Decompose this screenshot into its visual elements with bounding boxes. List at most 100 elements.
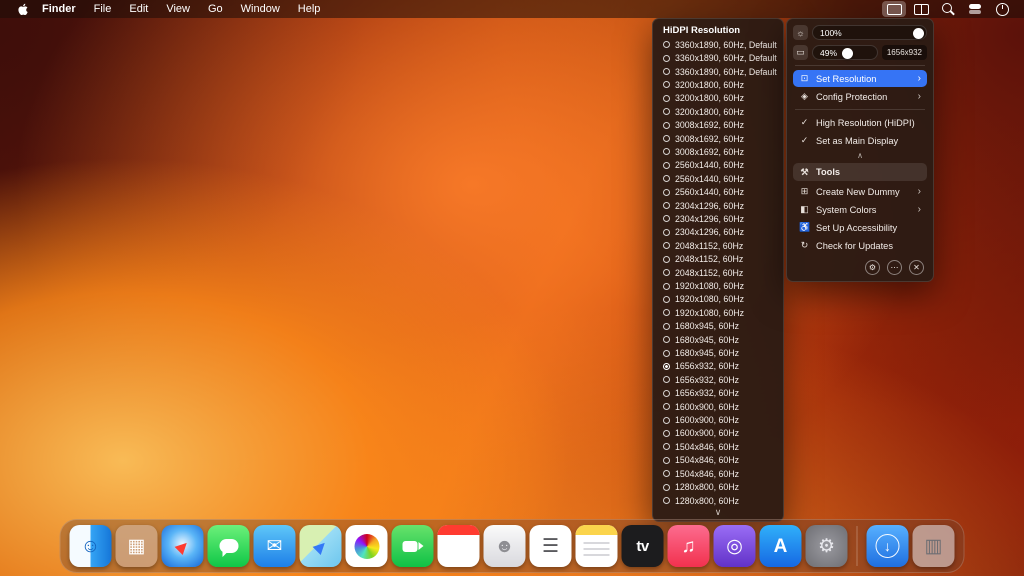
resolution-option[interactable]: 3360x1890, 60Hz, Default (653, 51, 783, 64)
display-icon[interactable] (882, 1, 906, 17)
dock-app[interactable]: ☻ (483, 525, 526, 567)
main-menu-group: ⊡ Set Resolution › ◈ Config Protection › (793, 70, 927, 105)
resolution-option[interactable]: 1280x800, 60Hz (653, 494, 783, 507)
dock-app[interactable]: tv (621, 525, 664, 567)
dock-app[interactable]: ✉ (253, 525, 296, 567)
dock-app[interactable]: ▦ (115, 525, 158, 567)
resolution-option[interactable]: 1680x945, 60Hz (653, 346, 783, 359)
toggle-item-label: Set as Main Display (816, 135, 899, 146)
tool-item[interactable]: ♿ Set Up Accessibility (793, 219, 927, 236)
accessibility-icon: ♿ (799, 222, 811, 232)
dock-app[interactable] (391, 525, 434, 567)
control-center-icon[interactable] (963, 1, 987, 17)
resolution-option[interactable]: 3360x1890, 60Hz, Default (653, 65, 783, 78)
resolution-option[interactable]: 2560x1440, 60Hz (653, 185, 783, 198)
resolution-option[interactable]: 3200x1800, 60Hz (653, 78, 783, 91)
resolution-option[interactable]: 3360x1890, 60Hz, Default (653, 38, 783, 51)
resolution-option[interactable]: 3200x1800, 60Hz (653, 92, 783, 105)
resolution-label: 2304x1296, 60Hz (675, 200, 744, 211)
dock-app[interactable] (437, 525, 480, 567)
radio-icon (663, 108, 670, 116)
more-button[interactable]: ⋯ (887, 260, 902, 275)
radio-icon (663, 362, 670, 370)
resolution-option[interactable]: 1280x800, 60Hz (653, 480, 783, 493)
tool-item[interactable]: ↻ Check for Updates (793, 237, 927, 254)
resolution-option[interactable]: 1920x1080, 60Hz (653, 306, 783, 319)
resolution-option[interactable]: 1504x846, 60Hz (653, 440, 783, 453)
resolution-option[interactable]: 1680x945, 60Hz (653, 320, 783, 333)
search-icon[interactable] (936, 1, 960, 17)
radio-icon (663, 148, 670, 156)
resolution-option[interactable]: 1656x932, 60Hz (653, 360, 783, 373)
resolution-option[interactable]: 2304x1296, 60Hz (653, 226, 783, 239)
resolution-option[interactable]: 2304x1296, 60Hz (653, 212, 783, 225)
dock-app[interactable]: ◎ (713, 525, 756, 567)
menu-item[interactable]: ⊡ Set Resolution › (793, 70, 927, 87)
menubar-status-area (882, 1, 1014, 17)
menubar-item[interactable]: Go (199, 0, 232, 18)
dock-app[interactable]: ▶ (161, 525, 204, 567)
chevron-up-icon[interactable]: ∧ (793, 150, 927, 161)
chevron-down-icon[interactable]: ∨ (653, 507, 783, 519)
dock-app[interactable]: ▶ (299, 525, 342, 567)
dock-app[interactable]: ☺ (69, 525, 112, 567)
dock-app[interactable]: ☰ (529, 525, 572, 567)
resolution-option[interactable]: 2560x1440, 60Hz (653, 159, 783, 172)
menubar-item[interactable]: View (157, 0, 199, 18)
resolution-option[interactable]: 2048x1152, 60Hz (653, 266, 783, 279)
dock-app[interactable] (345, 525, 388, 567)
clock-icon[interactable] (990, 1, 1014, 17)
resolution-option[interactable]: 1920x1080, 60Hz (653, 279, 783, 292)
menu-item[interactable]: ◈ Config Protection › (793, 88, 927, 105)
resolution-option[interactable]: 1600x900, 60Hz (653, 427, 783, 440)
resolution-option[interactable]: 1656x932, 60Hz (653, 373, 783, 386)
slider-knob[interactable] (913, 27, 924, 39)
resolution-option[interactable]: 1656x932, 60Hz (653, 387, 783, 400)
resolution-option[interactable]: 3008x1692, 60Hz (653, 132, 783, 145)
resolution-option[interactable]: 1600x900, 60Hz (653, 413, 783, 426)
apple-menu[interactable] (16, 2, 29, 16)
radio-icon (663, 94, 670, 102)
radio-icon (663, 68, 670, 76)
window-grid-icon[interactable] (909, 1, 933, 17)
resolution-option[interactable]: 2304x1296, 60Hz (653, 199, 783, 212)
menubar-item[interactable]: Finder (33, 0, 85, 18)
resolution-option[interactable]: 2048x1152, 60Hz (653, 239, 783, 252)
app-glyph: ▶ (172, 535, 193, 557)
slider[interactable]: 49% (812, 45, 878, 60)
dock-app[interactable]: ▥ (912, 525, 955, 567)
dock-app[interactable] (575, 525, 618, 567)
resolution-option[interactable]: 3008x1692, 60Hz (653, 145, 783, 158)
tool-item[interactable]: ⊞ Create New Dummy › (793, 183, 927, 200)
resolution-label: 1504x846, 60Hz (675, 441, 740, 452)
resolution-option[interactable]: 2560x1440, 60Hz (653, 172, 783, 185)
dock-app[interactable]: ♫ (667, 525, 710, 567)
dock-app[interactable]: ⚙ (805, 525, 848, 567)
resolution-option[interactable]: 1504x846, 60Hz (653, 454, 783, 467)
toggle-item[interactable]: ✓ High Resolution (HiDPI) (793, 114, 927, 131)
app-glyph: ↓ (875, 534, 900, 558)
toggle-item[interactable]: ✓ Set as Main Display (793, 132, 927, 149)
slider-knob[interactable] (842, 47, 854, 59)
dock-app[interactable] (207, 525, 250, 567)
resolution-option[interactable]: 2048x1152, 60Hz (653, 253, 783, 266)
tool-item[interactable]: ◧ System Colors › (793, 201, 927, 218)
resolution-option[interactable]: 1680x945, 60Hz (653, 333, 783, 346)
tools-header-label: Tools (816, 167, 841, 177)
resolution-option[interactable]: 1504x846, 60Hz (653, 467, 783, 480)
menubar-item[interactable]: Edit (120, 0, 157, 18)
resolution-option[interactable]: 3008x1692, 60Hz (653, 118, 783, 131)
quit-button[interactable]: ✕ (909, 260, 924, 275)
slider[interactable]: 100% (812, 25, 927, 40)
resolution-option[interactable]: 1920x1080, 60Hz (653, 293, 783, 306)
settings-button[interactable]: ⚙ (865, 260, 880, 275)
dock-app[interactable]: ↓ (866, 525, 909, 567)
resolution-option[interactable]: 1600x900, 60Hz (653, 400, 783, 413)
resolution-label: 2048x1152, 60Hz (675, 240, 744, 251)
dock-app[interactable]: A (759, 525, 802, 567)
menubar-item[interactable]: Window (232, 0, 289, 18)
menubar-item[interactable]: File (85, 0, 121, 18)
menubar-item[interactable]: Help (289, 0, 330, 18)
app-glyph: ✉ (266, 535, 283, 557)
resolution-option[interactable]: 3200x1800, 60Hz (653, 105, 783, 118)
